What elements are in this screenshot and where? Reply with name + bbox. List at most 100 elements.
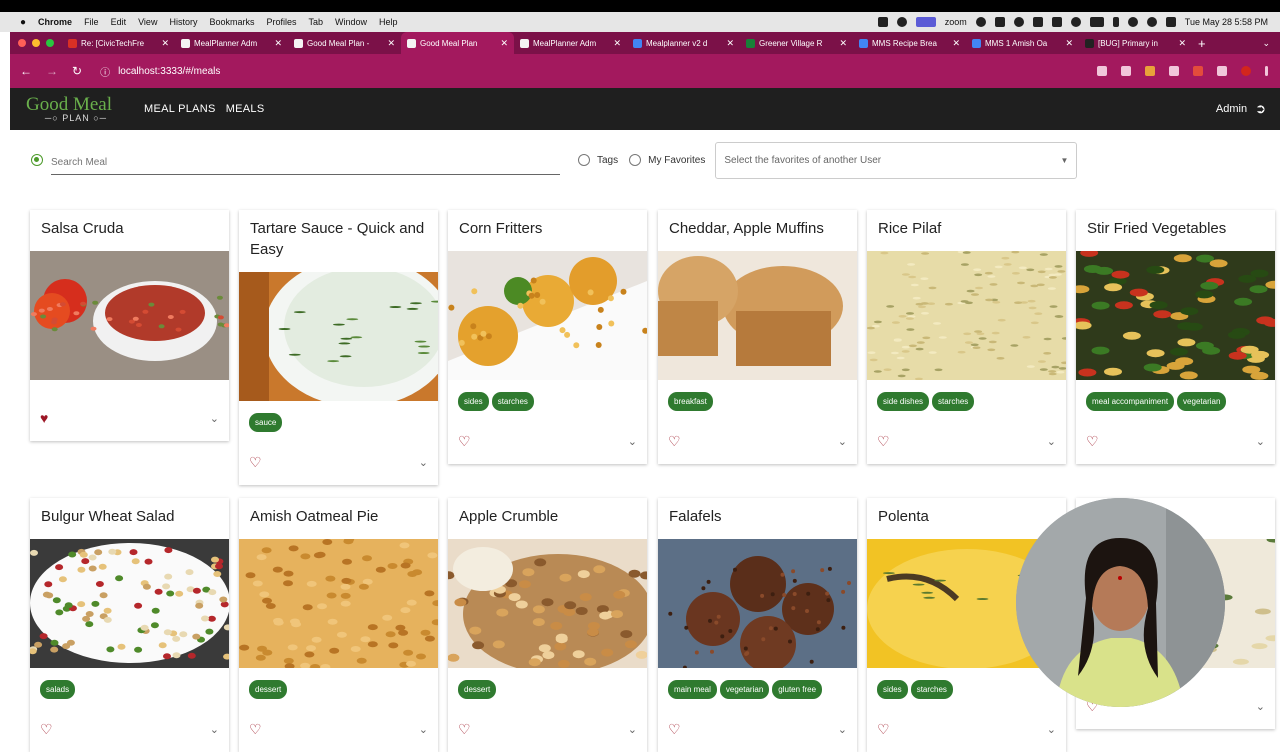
minimize-window-icon[interactable]: [32, 39, 40, 47]
meal-title[interactable]: Polenta: [867, 498, 1066, 527]
expand-chevron-icon[interactable]: ⌄: [210, 412, 219, 425]
meal-image[interactable]: [448, 539, 647, 668]
tag-chip[interactable]: side dishes: [877, 392, 929, 411]
tag-chip[interactable]: meal accompaniment: [1086, 392, 1174, 411]
meal-title[interactable]: Salsa Cruda: [30, 210, 229, 239]
meal-title[interactable]: Amish Oatmeal Pie: [239, 498, 438, 527]
browser-menu-icon[interactable]: [1265, 66, 1268, 76]
status-icon[interactable]: [1071, 17, 1081, 27]
browser-tab[interactable]: MealPlanner Adm ✕: [175, 32, 288, 54]
tab-search-chevron-icon[interactable]: ⌄: [1262, 38, 1270, 49]
meal-card[interactable]: Cheddar, Apple Muffins breakfast ♡ ⌄: [658, 210, 857, 464]
browser-tab[interactable]: MMS Recipe Brea ✕: [853, 32, 966, 54]
favorite-heart-icon[interactable]: ♥: [40, 411, 48, 425]
tag-chip[interactable]: vegetarian: [720, 680, 769, 699]
status-icon[interactable]: [897, 17, 907, 27]
favorite-heart-icon[interactable]: ♡: [1086, 434, 1099, 448]
browser-tab[interactable]: MealPlanner Adm ✕: [514, 32, 627, 54]
menu-view[interactable]: View: [138, 17, 157, 27]
nav-meal-plans[interactable]: MEAL PLANS: [144, 103, 216, 115]
browser-tab[interactable]: Mealplanner v2 d ✕: [627, 32, 740, 54]
meal-card[interactable]: Apple Crumble dessert ♡ ⌄: [448, 498, 647, 752]
user-favorites-select[interactable]: Select the favorites of another User ▼: [715, 142, 1077, 179]
browser-tab[interactable]: Greener Village R ✕: [740, 32, 853, 54]
meal-card[interactable]: Bulgur Wheat Salad salads ♡ ⌄: [30, 498, 229, 752]
keyboard-icon[interactable]: [1052, 17, 1062, 27]
tab-close-icon[interactable]: ✕: [839, 38, 847, 49]
status-icon[interactable]: [878, 17, 888, 27]
menu-edit[interactable]: Edit: [111, 17, 127, 27]
browser-tab[interactable]: Good Meal Plan ✕: [401, 32, 514, 54]
browser-tab[interactable]: Good Meal Plan - ✕: [288, 32, 401, 54]
meal-image[interactable]: [239, 272, 438, 401]
tag-chip[interactable]: starches: [932, 392, 974, 411]
url-text[interactable]: localhost:3333/#/meals: [118, 66, 220, 77]
bluetooth-icon[interactable]: [1113, 17, 1119, 27]
tab-close-icon[interactable]: ✕: [1178, 38, 1186, 49]
menu-help[interactable]: Help: [379, 17, 398, 27]
volume-icon[interactable]: [1033, 17, 1043, 27]
control-center-icon[interactable]: [1166, 17, 1176, 27]
tag-chip[interactable]: starches: [911, 680, 953, 699]
tab-close-icon[interactable]: ✕: [1065, 38, 1073, 49]
site-info-icon[interactable]: ⓘ: [100, 64, 110, 79]
expand-chevron-icon[interactable]: ⌄: [419, 723, 428, 736]
tag-chip[interactable]: vegetarian: [1177, 392, 1226, 411]
install-app-icon[interactable]: [1097, 66, 1107, 76]
menu-app-name[interactable]: Chrome: [38, 17, 72, 27]
my-favorites-radio[interactable]: [629, 154, 641, 166]
expand-chevron-icon[interactable]: ⌄: [1256, 700, 1265, 713]
spotlight-search-icon[interactable]: [1147, 17, 1157, 27]
menu-profiles[interactable]: Profiles: [266, 17, 296, 27]
meal-card[interactable]: Amish Oatmeal Pie dessert ♡ ⌄: [239, 498, 438, 752]
tab-close-icon[interactable]: ✕: [952, 38, 960, 49]
expand-chevron-icon[interactable]: ⌄: [838, 723, 847, 736]
menu-bookmarks[interactable]: Bookmarks: [209, 17, 254, 27]
search-input[interactable]: [51, 145, 560, 175]
tag-chip[interactable]: sides: [458, 392, 489, 411]
meal-image[interactable]: [30, 539, 229, 668]
menu-tab[interactable]: Tab: [309, 17, 324, 27]
tag-chip[interactable]: sauce: [249, 413, 282, 432]
expand-chevron-icon[interactable]: ⌄: [419, 456, 428, 469]
menu-file[interactable]: File: [84, 17, 99, 27]
maximize-window-icon[interactable]: [46, 39, 54, 47]
meal-title[interactable]: Rice Pilaf: [867, 210, 1066, 239]
meal-card[interactable]: Rice Pilaf side dishes starches ♡ ⌄: [867, 210, 1066, 464]
close-window-icon[interactable]: [18, 39, 26, 47]
meal-image[interactable]: [448, 251, 647, 380]
meal-card[interactable]: Corn Fritters sides starches ♡ ⌄: [448, 210, 647, 464]
tab-close-icon[interactable]: ✕: [726, 38, 734, 49]
meal-image[interactable]: [867, 251, 1066, 380]
tab-close-icon[interactable]: ✕: [274, 38, 282, 49]
screen-share-icon[interactable]: [916, 17, 936, 27]
expand-chevron-icon[interactable]: ⌄: [1047, 723, 1056, 736]
meal-title[interactable]: Bulgur Wheat Salad: [30, 498, 229, 527]
logo[interactable]: Good Meal ─○ PLAN ○─: [26, 95, 126, 123]
status-icon[interactable]: [1014, 17, 1024, 27]
search-meal-radio[interactable]: [31, 154, 43, 166]
meal-card[interactable]: Falafels main meal vegetarian gluten free ♡ ⌄: [658, 498, 857, 752]
back-icon[interactable]: ←: [20, 64, 32, 78]
expand-chevron-icon[interactable]: ⌄: [1256, 435, 1265, 448]
meal-card[interactable]: Salsa Cruda ♥ ⌄: [30, 210, 229, 441]
meal-title[interactable]: Cheddar, Apple Muffins: [658, 210, 857, 239]
meal-title[interactable]: Falafels: [658, 498, 857, 527]
meal-title[interactable]: Stir Fried Vegetables: [1076, 210, 1275, 239]
expand-chevron-icon[interactable]: ⌄: [628, 723, 637, 736]
meal-card[interactable]: Tartare Sauce - Quick and Easy sauce ♡ ⌄: [239, 210, 438, 485]
zoom-label[interactable]: zoom: [945, 17, 967, 27]
reload-icon[interactable]: ↻: [72, 64, 82, 78]
tab-close-icon[interactable]: ✕: [500, 38, 508, 49]
browser-tab[interactable]: [BUG] Primary in ✕: [1079, 32, 1192, 54]
meal-image[interactable]: [658, 251, 857, 380]
tag-chip[interactable]: dessert: [249, 680, 287, 699]
new-tab-button[interactable]: +: [1198, 36, 1206, 51]
extension-icon[interactable]: [1145, 66, 1155, 76]
meal-image[interactable]: [658, 539, 857, 668]
expand-chevron-icon[interactable]: ⌄: [628, 435, 637, 448]
favorite-heart-icon[interactable]: ♡: [458, 434, 471, 448]
tab-close-icon[interactable]: ✕: [387, 38, 395, 49]
extension-icon[interactable]: [1193, 66, 1203, 76]
forward-icon[interactable]: →: [46, 64, 58, 78]
